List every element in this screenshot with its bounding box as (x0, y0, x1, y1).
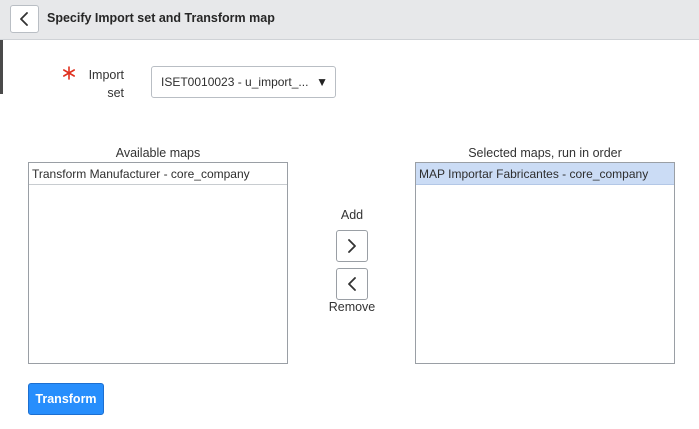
remove-button[interactable] (336, 268, 368, 300)
asterisk-icon (62, 66, 75, 80)
chevron-left-icon (20, 12, 28, 26)
page-header: Specify Import set and Transform map (0, 0, 699, 40)
import-set-value: ISET0010023 - u_import_... (161, 75, 309, 89)
transform-button[interactable]: Transform (28, 383, 104, 415)
add-button[interactable] (336, 230, 368, 262)
back-button[interactable] (10, 5, 39, 33)
caret-down-icon: ▼ (316, 75, 328, 89)
add-label: Add (340, 208, 364, 222)
available-map-option[interactable]: Transform Manufacturer - core_company (29, 163, 287, 185)
remove-label: Remove (328, 300, 376, 314)
left-edge-divider (0, 40, 3, 94)
available-maps-label: Available maps (115, 146, 201, 160)
import-set-label: Import set (88, 68, 124, 100)
page: Specify Import set and Transform map Imp… (0, 0, 699, 429)
import-set-select[interactable]: ISET0010023 - u_import_... ▼ (151, 66, 336, 98)
chevron-left-icon (348, 277, 356, 291)
chevron-right-icon (348, 239, 356, 253)
selected-map-option[interactable]: MAP Importar Fabricantes - core_company (416, 163, 674, 185)
page-title: Specify Import set and Transform map (47, 11, 275, 25)
available-maps-list[interactable]: Transform Manufacturer - core_company (28, 162, 288, 364)
selected-maps-list[interactable]: MAP Importar Fabricantes - core_company (415, 162, 675, 364)
selected-maps-label: Selected maps, run in order (468, 146, 622, 160)
